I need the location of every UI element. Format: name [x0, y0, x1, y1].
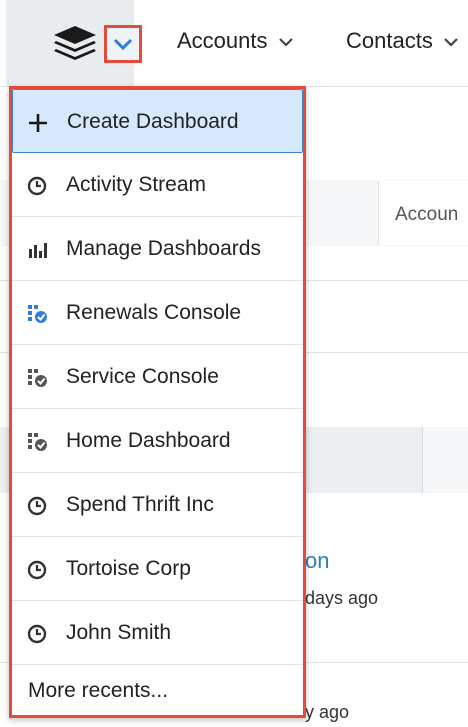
- record-link[interactable]: on: [305, 548, 329, 574]
- list-header-cell: [422, 427, 468, 493]
- dashboard-check-icon: [28, 433, 47, 451]
- menu-item-label: Tortoise Corp: [66, 557, 191, 580]
- menu-item-label: Renewals Console: [66, 301, 242, 324]
- menu-item-service-console[interactable]: Service Console: [12, 345, 303, 409]
- nav-tab-accounts[interactable]: Accounts: [177, 28, 294, 54]
- menu-item-create-dashboard[interactable]: Create Dashboard: [12, 89, 303, 153]
- menu-item-label: Service Console: [66, 365, 219, 388]
- module-dropdown-menu: Create Dashboard Activity Stream Manage …: [9, 86, 306, 718]
- clock-icon: [27, 560, 47, 580]
- menu-item-label: More recents...: [28, 679, 169, 702]
- menu-item-renewals-console[interactable]: Renewals Console: [12, 281, 303, 345]
- menu-item-recent-tortoise-corp[interactable]: Tortoise Corp: [12, 537, 303, 601]
- content-tab-label: Accoun: [395, 204, 459, 225]
- menu-item-more-recents[interactable]: More recents...: [12, 665, 303, 715]
- menu-item-label: Home Dashboard: [66, 429, 231, 452]
- menu-item-recent-spend-thrift[interactable]: Spend Thrift Inc: [12, 473, 303, 537]
- stack-logo-icon[interactable]: [52, 24, 98, 62]
- menu-item-manage-dashboards[interactable]: Manage Dashboards: [12, 217, 303, 281]
- clock-icon: [27, 496, 47, 516]
- menu-item-label: John Smith: [66, 621, 172, 644]
- menu-item-label: Activity Stream: [66, 173, 207, 196]
- record-timestamp: days ago: [305, 588, 379, 608]
- module-menu-toggle-button[interactable]: [104, 25, 142, 63]
- dashboard-check-icon: [28, 305, 47, 323]
- chevron-down-icon: [113, 38, 133, 51]
- bar-chart-icon: [29, 243, 47, 258]
- record-timestamp: y ago: [305, 702, 350, 722]
- chevron-down-icon[interactable]: [278, 36, 294, 48]
- plus-icon: [29, 114, 47, 132]
- menu-item-label: Create Dashboard: [67, 110, 239, 133]
- top-navigation: Accounts Contacts: [0, 0, 468, 87]
- nav-tab-contacts[interactable]: Contacts: [346, 28, 459, 54]
- menu-item-activity-stream[interactable]: Activity Stream: [12, 153, 303, 217]
- menu-item-label: Spend Thrift Inc: [66, 493, 214, 516]
- logo-block[interactable]: [6, 0, 142, 86]
- chevron-down-icon[interactable]: [443, 36, 459, 48]
- clock-icon: [27, 176, 47, 196]
- dashboard-check-icon: [28, 369, 47, 387]
- nav-tab-label: Accounts: [177, 28, 268, 53]
- clock-icon: [27, 624, 47, 644]
- menu-item-recent-john-smith[interactable]: John Smith: [12, 601, 303, 665]
- nav-tab-label: Contacts: [346, 28, 433, 53]
- menu-item-label: Manage Dashboards: [66, 237, 261, 260]
- menu-item-home-dashboard[interactable]: Home Dashboard: [12, 409, 303, 473]
